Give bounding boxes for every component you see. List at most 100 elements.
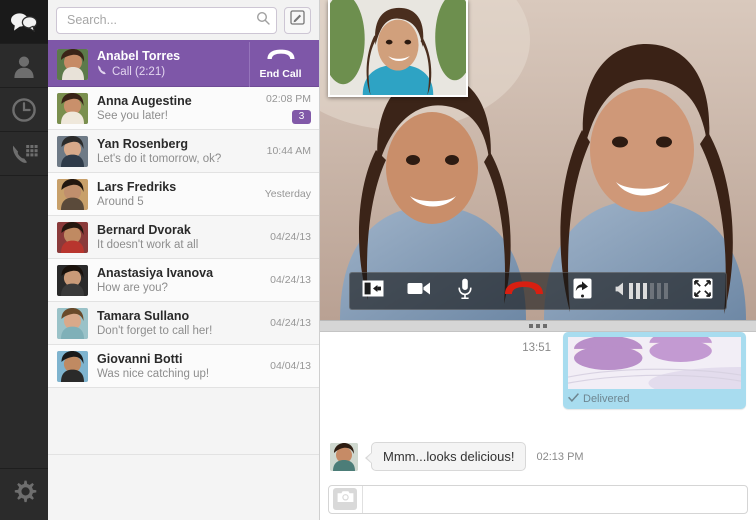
incoming-bubble: Mmm...looks delicious! (371, 442, 526, 471)
conversation-preview: See you later! (97, 109, 260, 123)
conversation-row[interactable]: Tamara SullanoDon't forget to call her! 0… (48, 302, 319, 345)
volume-bar-3 (643, 283, 647, 299)
conversation-info: Anastasiya IvanovaHow are you? (88, 266, 264, 295)
conversation-time: 04/24/13 (270, 230, 311, 244)
conversation-meta: 10:44 AM (261, 144, 311, 158)
conversation-time: 10:44 AM (267, 144, 311, 158)
phone-keypad-icon (10, 142, 38, 166)
conversation-name: Bernard Dvorak (97, 223, 264, 238)
conversation-name: Yan Rosenberg (97, 137, 261, 152)
compose-pencil-icon (290, 10, 305, 30)
conversation-meta: 04/24/13 (264, 273, 311, 287)
check-icon (568, 393, 579, 405)
volume-bar-5 (657, 283, 661, 299)
incoming-message-time: 02:13 PM (536, 451, 583, 463)
composer-box[interactable] (328, 485, 748, 514)
message-input[interactable] (362, 486, 747, 513)
conversation-preview: Let's do it tomorrow, ok? (97, 152, 261, 166)
person-icon (12, 54, 36, 78)
video-camera-icon (407, 281, 431, 301)
share-screen-button[interactable] (350, 272, 396, 310)
mute-toggle-button[interactable] (442, 272, 488, 310)
rail-item-recents[interactable] (0, 88, 48, 132)
macarons-photo-attachment[interactable] (568, 337, 741, 389)
conversation-row[interactable]: Bernard DvorakIt doesn't work at all 04/2… (48, 216, 319, 259)
list-empty-area (48, 454, 319, 520)
fullscreen-button[interactable] (678, 272, 726, 310)
panel-divider[interactable] (320, 320, 756, 332)
conversation-time: Yesterday (265, 187, 311, 201)
volume-bar-6 (664, 283, 668, 299)
volume-bar-4 (650, 283, 654, 299)
active-call-info: Anabel Torres Call (2:21) (88, 49, 249, 79)
rail-item-keypad[interactable] (0, 132, 48, 176)
screen-share-icon (362, 280, 384, 302)
search-icon (256, 11, 270, 30)
incoming-message-text: Mmm...looks delicious! (383, 449, 514, 464)
active-call-row[interactable]: Anabel Torres Call (2:21) (48, 42, 319, 87)
microphone-icon (458, 278, 472, 304)
rail-item-settings[interactable] (0, 468, 48, 520)
volume-bar-1 (629, 283, 633, 299)
avatar (57, 351, 88, 382)
self-view-thumbnail[interactable] (328, 0, 468, 97)
clock-icon (11, 97, 37, 123)
conversation-preview: Around 5 (97, 195, 259, 209)
volume-control[interactable] (604, 272, 678, 310)
conversation-meta: 04/24/13 (264, 316, 311, 330)
conversation-rows: Anna AugestineSee you later!02:08 PM3Yan… (48, 87, 319, 388)
conversation-info: Anna AugestineSee you later! (88, 94, 260, 123)
avatar[interactable] (330, 443, 358, 471)
conversation-row[interactable]: Lars FredriksAround 5 Yesterday (48, 173, 319, 216)
compose-button[interactable] (284, 7, 311, 34)
conversation-info: Yan RosenbergLet's do it tomorrow, ok? (88, 137, 261, 166)
search-field-wrapper[interactable] (56, 7, 277, 34)
drag-handle-dot-1 (529, 324, 533, 328)
conversation-name: Anna Augestine (97, 94, 260, 109)
skype-style-messenger-window: Anabel Torres Call (2:21) (0, 0, 756, 520)
video-call-area[interactable] (320, 0, 756, 320)
conversation-name: Lars Fredriks (97, 180, 259, 195)
conversation-preview: How are you? (97, 281, 264, 295)
conversation-row[interactable]: Anna AugestineSee you later!02:08 PM3 (48, 87, 319, 130)
avatar (57, 179, 88, 210)
search-input[interactable] (67, 13, 256, 27)
call-and-chat-panel: 13:51 (320, 0, 756, 520)
volume-bar-2 (636, 283, 640, 299)
transfer-device-icon (573, 278, 592, 304)
conversation-name: Giovanni Botti (97, 352, 264, 367)
conversation-row[interactable]: Anastasiya IvanovaHow are you?04/24/13 (48, 259, 319, 302)
conversation-info: Bernard DvorakIt doesn't work at all (88, 223, 264, 252)
conversation-time: 02:08 PM (266, 92, 311, 106)
active-call-status-text: Call (2:21) (112, 65, 165, 79)
conversation-row[interactable]: Giovanni BottiWas nice catching up!04/04… (48, 345, 319, 388)
conversation-name: Anastasiya Ivanova (97, 266, 264, 281)
fullscreen-icon (692, 278, 713, 304)
call-controls-bar (349, 272, 727, 310)
end-call-button[interactable]: End Call (249, 42, 311, 87)
active-call-status: Call (2:21) (97, 64, 249, 79)
drag-handle-dot-2 (536, 324, 540, 328)
message-composer (320, 478, 756, 520)
avatar (57, 93, 88, 124)
video-toggle-button[interactable] (396, 272, 442, 310)
attach-photo-button[interactable] (333, 488, 357, 510)
rail-item-contacts[interactable] (0, 44, 48, 88)
hangup-handset-icon (266, 49, 296, 67)
conversation-row[interactable]: Yan RosenbergLet's do it tomorrow, ok? 10… (48, 130, 319, 173)
rail-item-chats[interactable] (0, 0, 48, 44)
send-to-device-button[interactable] (560, 272, 604, 310)
chat-transcript: 13:51 (320, 332, 756, 478)
outgoing-message[interactable]: Delivered (563, 332, 746, 409)
active-call-name: Anabel Torres (97, 49, 249, 64)
conversation-info: Tamara SullanoDon't forget to call her! (88, 309, 264, 338)
conversation-list: Anabel Torres Call (2:21) (48, 42, 319, 454)
rail-spacer (0, 176, 48, 468)
avatar (57, 265, 88, 296)
conversation-name: Tamara Sullano (97, 309, 264, 324)
drag-handle-dot-3 (543, 324, 547, 328)
camera-icon (337, 490, 354, 508)
hang-up-button[interactable] (495, 272, 553, 310)
conversation-time: 04/24/13 (270, 316, 311, 330)
conversation-preview: Was nice catching up! (97, 367, 264, 381)
